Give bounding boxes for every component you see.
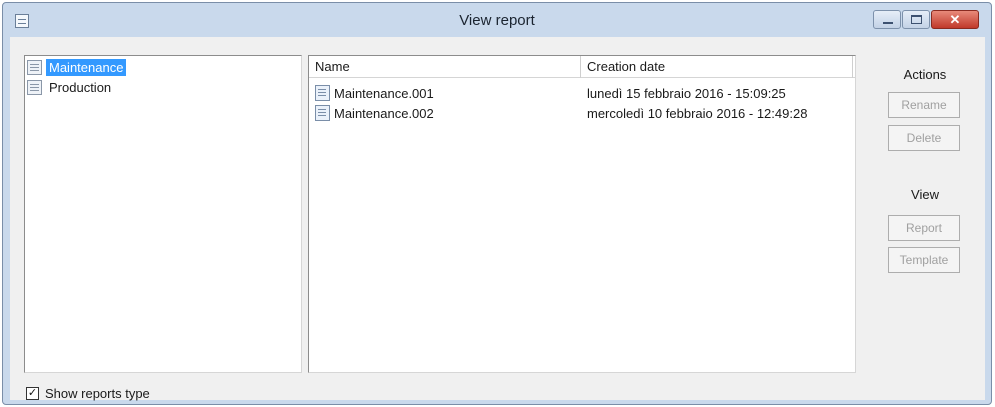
row-name: Maintenance.002 bbox=[334, 105, 434, 121]
list-row[interactable]: Maintenance.001 lunedì 15 febbraio 2016 … bbox=[315, 84, 847, 102]
actions-group-label: Actions bbox=[903, 67, 947, 82]
maximize-icon bbox=[911, 15, 922, 24]
tree-item-maintenance[interactable]: Maintenance bbox=[27, 59, 127, 76]
row-name: Maintenance.001 bbox=[334, 85, 434, 101]
show-reports-type-label: Show reports type bbox=[45, 386, 150, 401]
delete-button[interactable]: Delete bbox=[888, 125, 960, 151]
report-type-tree[interactable]: Maintenance Production bbox=[24, 55, 302, 373]
window-client-area: Maintenance Production Name Creation dat… bbox=[10, 37, 985, 401]
row-creation-date: lunedì 15 febbraio 2016 - 15:09:25 bbox=[587, 85, 786, 101]
report-button[interactable]: Report bbox=[888, 215, 960, 241]
show-reports-type-option[interactable]: ✓ Show reports type bbox=[26, 386, 150, 401]
window-title: View report bbox=[459, 12, 535, 29]
row-creation-date: mercoledì 10 febbraio 2016 - 12:49:28 bbox=[587, 105, 808, 121]
rename-button[interactable]: Rename bbox=[888, 92, 960, 118]
tree-item-production[interactable]: Production bbox=[27, 79, 114, 96]
report-list[interactable]: Name Creation date Maintenance.001 luned… bbox=[308, 55, 856, 373]
show-reports-type-checkbox[interactable]: ✓ bbox=[26, 387, 39, 400]
tree-item-label: Maintenance bbox=[46, 59, 127, 76]
maximize-button[interactable] bbox=[902, 10, 930, 29]
view-group-label: View bbox=[911, 187, 939, 202]
column-header-name[interactable]: Name bbox=[309, 56, 581, 78]
report-file-icon bbox=[315, 85, 330, 101]
title-bar[interactable]: View report ✕ bbox=[3, 3, 991, 37]
template-button[interactable]: Template bbox=[888, 247, 960, 273]
report-folder-icon bbox=[27, 60, 42, 75]
close-icon: ✕ bbox=[949, 12, 961, 27]
minimize-icon bbox=[883, 22, 893, 24]
report-file-icon bbox=[315, 105, 330, 121]
tree-item-label: Production bbox=[49, 80, 112, 95]
side-panel: Actions Rename Delete View Report Templa… bbox=[870, 37, 980, 377]
list-header: Name Creation date bbox=[309, 56, 855, 78]
minimize-button[interactable] bbox=[873, 10, 901, 29]
column-header-creation-date[interactable]: Creation date bbox=[581, 56, 853, 78]
close-button[interactable]: ✕ bbox=[931, 10, 979, 29]
report-folder-icon bbox=[27, 80, 42, 95]
view-report-window: View report ✕ Maintenance Production Nam… bbox=[2, 2, 992, 405]
list-row[interactable]: Maintenance.002 mercoledì 10 febbraio 20… bbox=[315, 104, 847, 122]
